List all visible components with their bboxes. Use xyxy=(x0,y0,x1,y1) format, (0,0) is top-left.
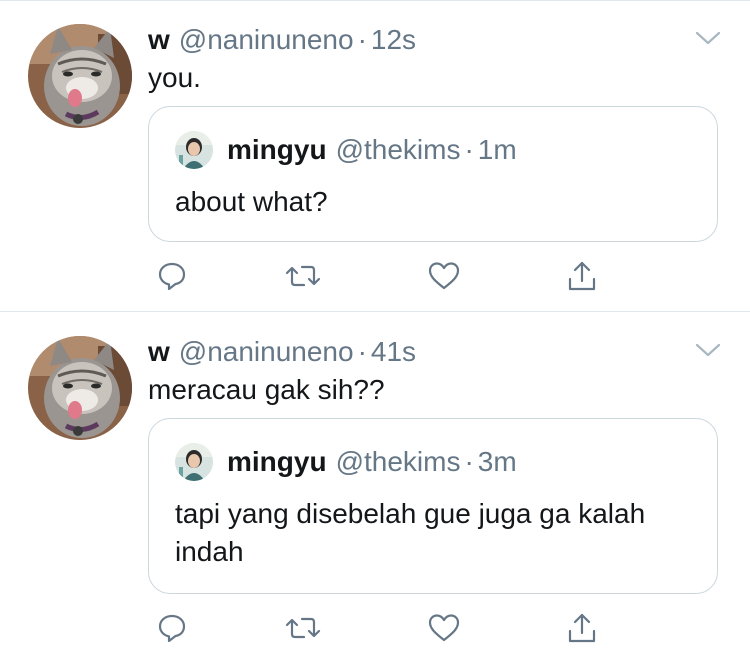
timestamp[interactable]: 41s xyxy=(371,334,416,370)
reply-button[interactable] xyxy=(152,610,192,646)
chevron-down-icon[interactable] xyxy=(694,26,722,50)
quoted-author-handle[interactable]: @thekims xyxy=(336,133,461,167)
reply-icon xyxy=(158,614,186,643)
user-avatar[interactable] xyxy=(28,24,132,128)
reply-icon xyxy=(158,262,186,291)
cat-avatar-icon xyxy=(28,24,132,128)
like-icon xyxy=(428,262,460,290)
tweet[interactable]: w @naninuneno · 41s meracau gak sih?? mi… xyxy=(0,312,750,660)
tweet-text: you. xyxy=(148,62,201,93)
quoted-avatar[interactable] xyxy=(175,131,213,169)
tweet[interactable]: w @naninuneno · 12s you. mingyu @thekims… xyxy=(0,0,750,311)
share-button[interactable] xyxy=(562,610,602,646)
action-bar xyxy=(148,610,628,646)
chevron-down-icon[interactable] xyxy=(694,338,722,362)
like-button[interactable] xyxy=(424,610,464,646)
person-avatar-icon xyxy=(175,443,213,481)
action-bar xyxy=(148,258,628,294)
author-name[interactable]: w xyxy=(148,22,170,58)
retweet-button[interactable] xyxy=(283,258,323,294)
separator-dot: · xyxy=(464,446,474,477)
share-button[interactable] xyxy=(562,258,602,294)
share-icon xyxy=(568,613,596,643)
quoted-timestamp[interactable]: 3m xyxy=(478,445,517,479)
share-icon xyxy=(568,261,596,291)
quoted-author-handle[interactable]: @thekims xyxy=(336,445,461,479)
quoted-header: mingyu @thekims · 1m xyxy=(227,133,517,167)
separator-dot: · xyxy=(464,134,474,165)
tweet-text: meracau gak sih?? xyxy=(148,374,385,405)
quoted-avatar[interactable] xyxy=(175,443,213,481)
reply-button[interactable] xyxy=(152,258,192,294)
quoted-author-name[interactable]: mingyu xyxy=(227,445,327,479)
separator-dot: · xyxy=(357,336,367,367)
quoted-tweet[interactable]: mingyu @thekims · 1m about what? xyxy=(148,106,718,242)
quoted-text: tapi yang disebelah gue juga ga kalah in… xyxy=(175,498,646,567)
quoted-text: about what? xyxy=(175,186,328,217)
like-icon xyxy=(428,614,460,642)
quoted-author-name[interactable]: mingyu xyxy=(227,133,327,167)
timestamp[interactable]: 12s xyxy=(371,22,416,58)
cat-avatar-icon xyxy=(28,336,132,440)
retweet-icon xyxy=(285,265,321,287)
author-handle[interactable]: @naninuneno xyxy=(179,22,354,58)
quoted-header: mingyu @thekims · 3m xyxy=(227,445,517,479)
quoted-timestamp[interactable]: 1m xyxy=(478,133,517,167)
author-name[interactable]: w xyxy=(148,334,170,370)
author-handle[interactable]: @naninuneno xyxy=(179,334,354,370)
separator-dot: · xyxy=(357,24,367,55)
like-button[interactable] xyxy=(424,258,464,294)
tweet-header: w @naninuneno · 12s xyxy=(148,22,416,58)
quoted-tweet[interactable]: mingyu @thekims · 3m tapi yang disebelah… xyxy=(148,418,718,594)
person-avatar-icon xyxy=(175,131,213,169)
tweet-header: w @naninuneno · 41s xyxy=(148,334,416,370)
retweet-button[interactable] xyxy=(283,610,323,646)
user-avatar[interactable] xyxy=(28,336,132,440)
retweet-icon xyxy=(285,617,321,639)
